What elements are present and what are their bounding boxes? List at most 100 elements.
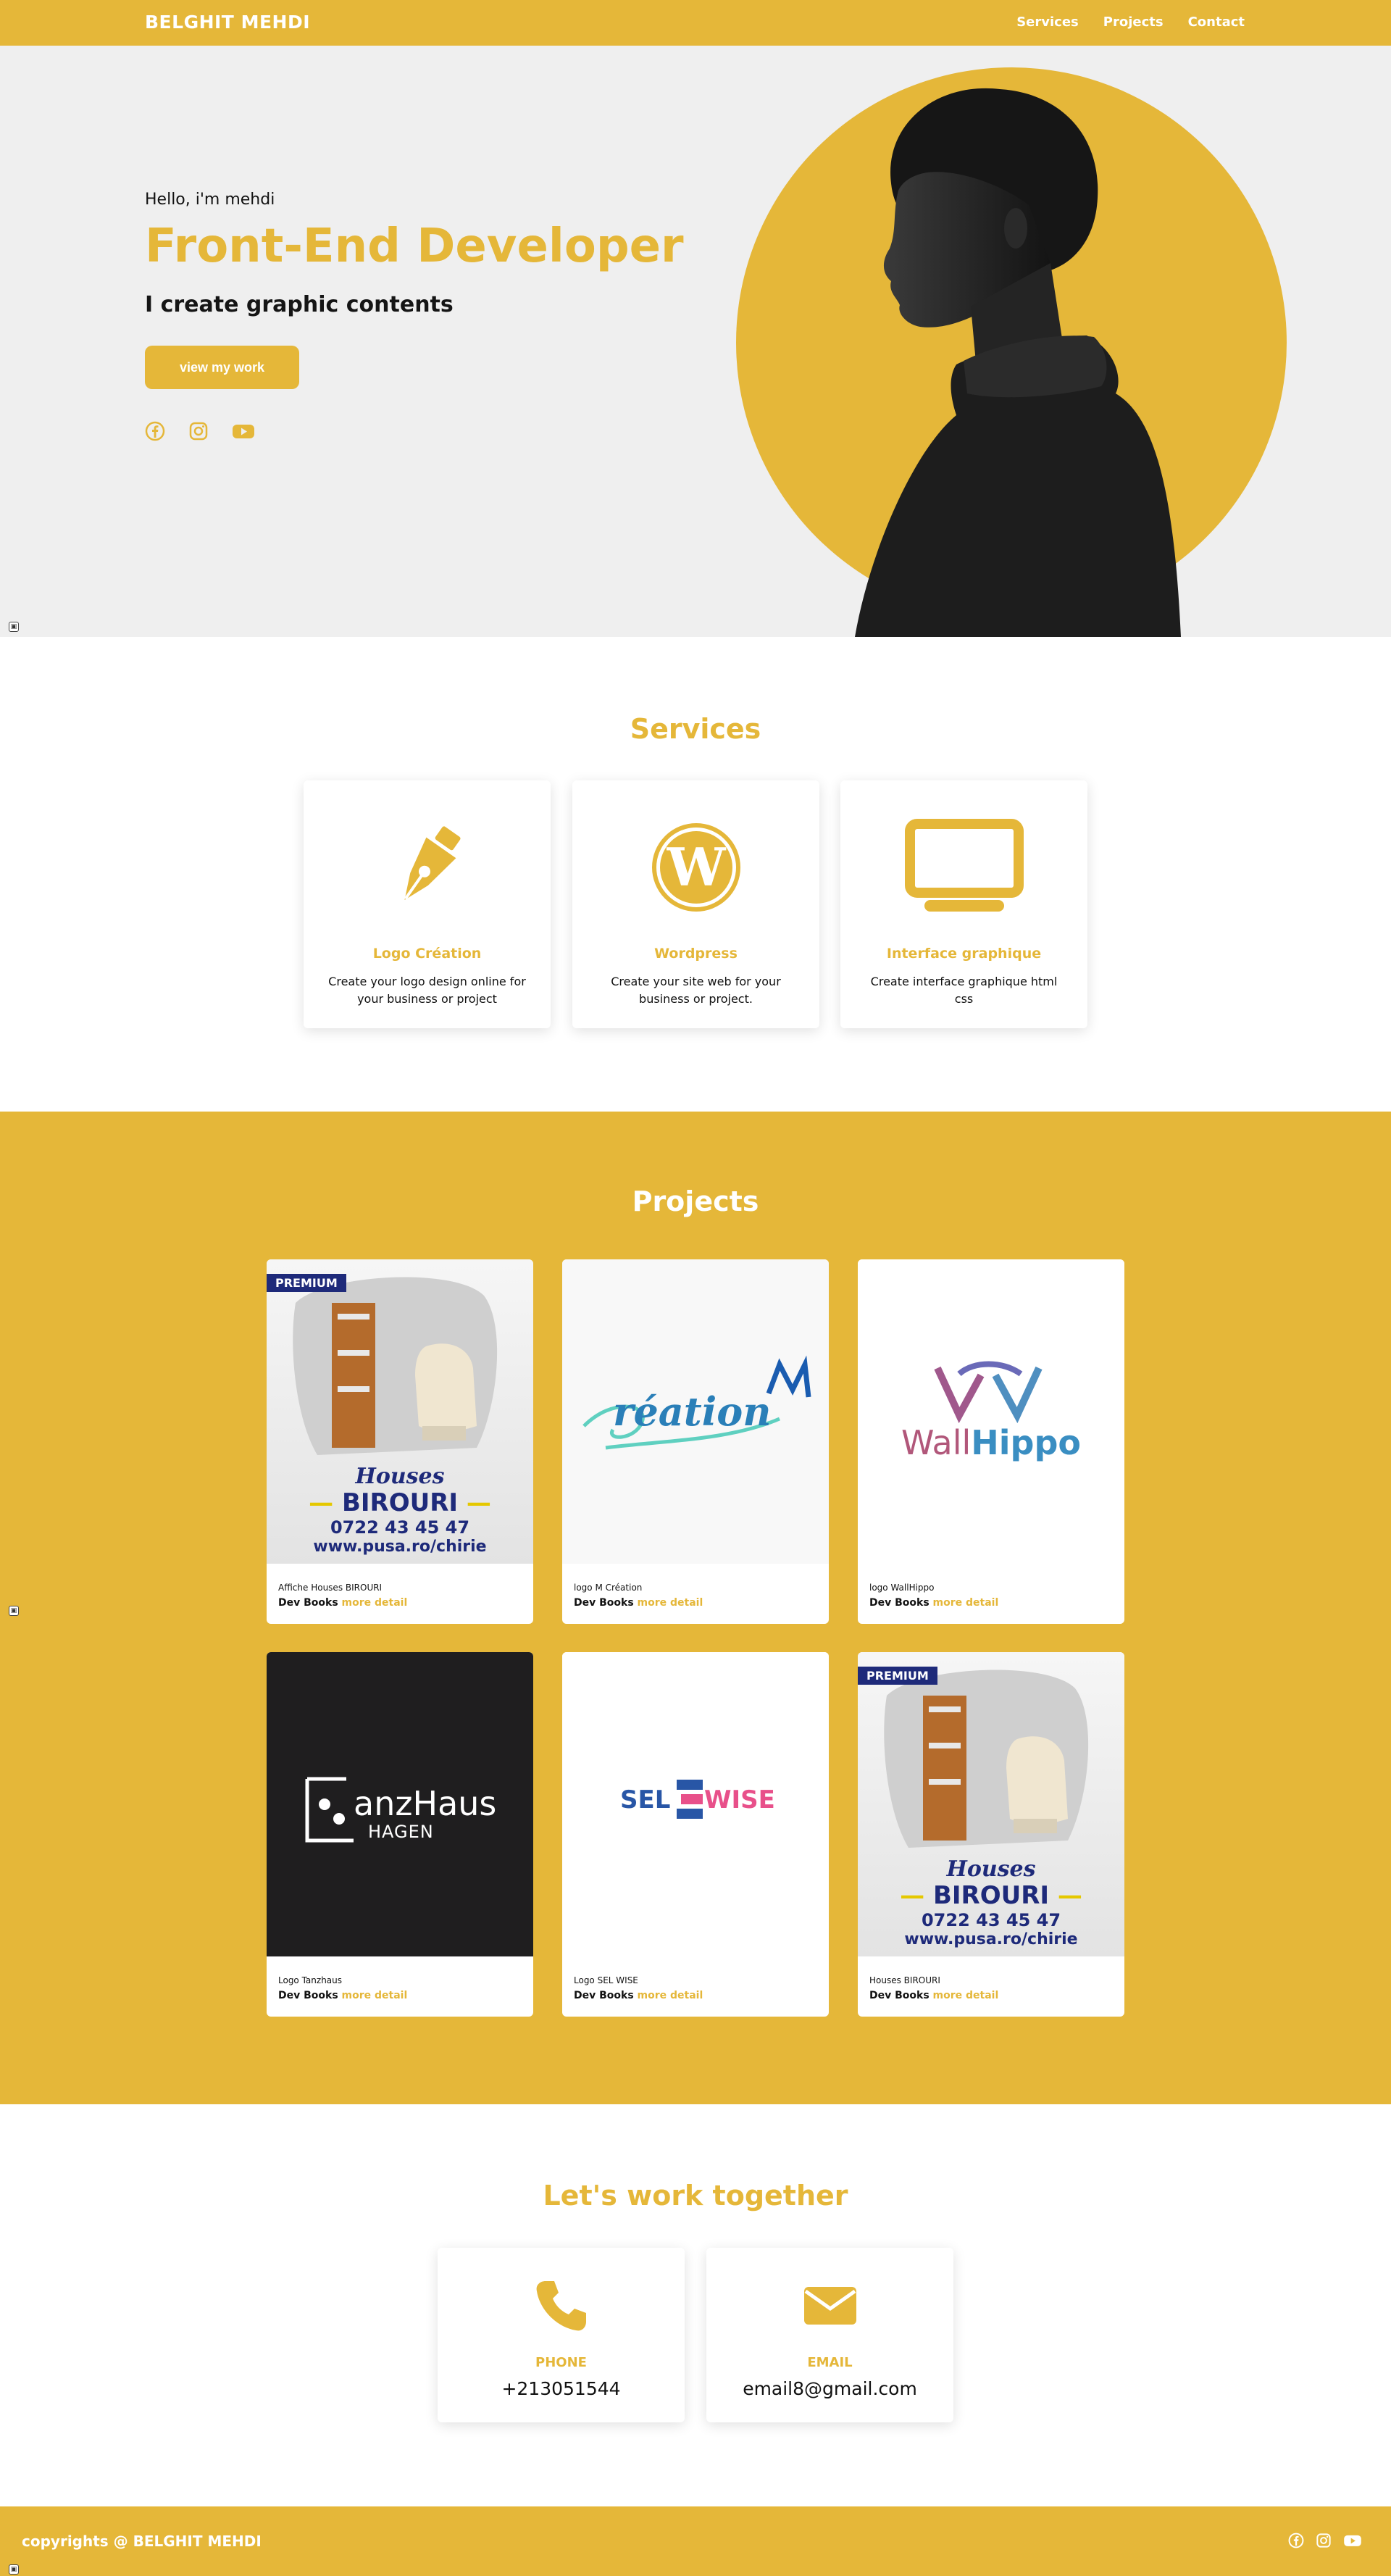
poster-line-phone: 0722 43 45 47 <box>921 1910 1061 1930</box>
project-name: Logo SEL WISE <box>574 1975 638 1985</box>
more-detail-link[interactable]: more detail <box>638 1597 703 1609</box>
hero-greeting: Hello, i'm mehdi <box>145 191 275 209</box>
poster-brand-text: BIROURI <box>932 1881 1050 1910</box>
contact-card-phone[interactable]: PHONE +213051544 <box>438 2248 685 2422</box>
logo-wall-part: Wall <box>901 1423 972 1462</box>
service-desc: Create your site web for your business o… <box>611 975 781 1006</box>
project-card[interactable]: Houses — BIROURI — 0722 43 45 47 www.pus… <box>858 1652 1124 2017</box>
brand-logo[interactable]: BELGHIT MEHDI <box>145 12 310 33</box>
instagram-icon[interactable] <box>188 421 209 441</box>
more-detail-link[interactable]: more detail <box>342 1990 408 2001</box>
service-card-wordpress[interactable]: W Wordpress Create your site web for you… <box>572 780 819 1028</box>
poster-line-brand: — BIROURI — <box>309 1488 491 1517</box>
lazy-load-icon: ▣ <box>9 622 19 632</box>
nav-projects[interactable]: Projects <box>1103 14 1164 30</box>
project-meta: Dev Books more detail <box>278 1597 407 1609</box>
project-meta: Dev Books more detail <box>574 1990 703 2001</box>
project-author: Dev Books <box>574 1990 634 2001</box>
project-card[interactable]: SEL WISE Logo SEL WISE Dev Books more de… <box>562 1652 829 2017</box>
poster-line-houses: Houses <box>946 1856 1036 1882</box>
project-meta: Dev Books more detail <box>869 1990 998 2001</box>
poster-line-phone: 0722 43 45 47 <box>330 1517 470 1538</box>
logo-hippo-part: Hippo <box>971 1423 1082 1462</box>
project-author: Dev Books <box>278 1597 338 1609</box>
phone-number[interactable]: +213051544 <box>438 2378 685 2399</box>
project-image: Houses — BIROURI — 0722 43 45 47 www.pus… <box>858 1652 1124 1956</box>
phone-icon <box>438 2277 685 2335</box>
facebook-icon[interactable] <box>145 421 165 441</box>
more-detail-link[interactable]: more detail <box>342 1597 408 1609</box>
services-title: Services <box>630 713 761 745</box>
project-author: Dev Books <box>278 1990 338 2001</box>
hero-subtitle: I create graphic contents <box>145 292 454 317</box>
logo-wallhippo-text: WallHippo <box>858 1423 1124 1462</box>
contact-title: Let's work together <box>543 2180 848 2212</box>
contact-label: PHONE <box>535 2355 587 2370</box>
poster-brand-text: BIROURI <box>341 1488 459 1517</box>
project-image: WallHippo <box>858 1259 1124 1564</box>
poster-line-url: www.pusa.ro/chirie <box>904 1930 1078 1948</box>
more-detail-link[interactable]: more detail <box>638 1990 703 2001</box>
hero-portrait-image <box>855 88 1181 637</box>
poster-line-brand: — BIROURI — <box>900 1881 1082 1910</box>
project-card[interactable]: anzHaus HAGEN Logo Tanzhaus Dev Books mo… <box>267 1652 533 2017</box>
hero-social-links <box>145 421 254 441</box>
pen-nib-icon <box>304 817 551 918</box>
project-image: anzHaus HAGEN <box>267 1652 533 1956</box>
envelope-icon <box>706 2277 953 2335</box>
service-title: Interface graphique <box>886 946 1042 962</box>
project-name: logo WallHippo <box>869 1583 935 1593</box>
premium-badge: PREMIUM <box>858 1667 937 1685</box>
service-card-interface[interactable]: Interface graphique Create interface gra… <box>840 780 1087 1028</box>
footer-social-links <box>1288 2533 1362 2551</box>
facebook-icon[interactable] <box>1288 2533 1304 2551</box>
site-footer: copyrights @ BELGHIT MEHDI ▣ <box>0 2506 1391 2576</box>
service-title: Logo Création <box>372 946 482 962</box>
lazy-load-icon: ▣ <box>9 1606 19 1616</box>
nav-contact[interactable]: Contact <box>1188 14 1245 30</box>
email-address[interactable]: email8@gmail.com <box>706 2378 953 2399</box>
projects-title: Projects <box>632 1185 759 1217</box>
project-name: Affiche Houses BIROURI <box>278 1583 383 1593</box>
logo-wise-text: WISE <box>704 1785 775 1814</box>
hero-title: Front-End Developer <box>145 220 684 273</box>
premium-badge: PREMIUM <box>267 1274 346 1292</box>
logo-sel-text: SEL <box>620 1785 671 1814</box>
logo-tanzhaus-text: anzHaus <box>354 1784 497 1823</box>
laptop-icon <box>840 817 1087 918</box>
project-card[interactable]: WallHippo logo WallHippo Dev Books more … <box>858 1259 1124 1624</box>
view-work-button[interactable]: view my work <box>145 346 299 389</box>
more-detail-link[interactable]: more detail <box>933 1990 999 2001</box>
svg-text:W: W <box>666 836 726 898</box>
youtube-icon[interactable] <box>1343 2533 1362 2551</box>
site-header: BELGHIT MEHDI Services Projects Contact <box>0 0 1391 46</box>
project-name: logo M Création <box>574 1583 643 1593</box>
contact-card-email[interactable]: EMAIL email8@gmail.com <box>706 2248 953 2422</box>
youtube-icon[interactable] <box>232 421 254 441</box>
project-name: Houses BIROURI <box>869 1975 940 1985</box>
project-author: Dev Books <box>869 1597 930 1609</box>
logo-hagen-text: HAGEN <box>368 1822 434 1842</box>
service-desc: Create your logo design online for your … <box>328 975 526 1006</box>
lazy-load-icon: ▣ <box>9 2564 19 2575</box>
instagram-icon[interactable] <box>1316 2533 1332 2551</box>
nav-services[interactable]: Services <box>1016 14 1079 30</box>
project-image: SEL WISE <box>562 1652 829 1956</box>
main-nav: Services Projects Contact <box>1016 14 1245 30</box>
project-meta: Dev Books more detail <box>869 1597 998 1609</box>
service-desc: Create interface graphique html css <box>870 975 1058 1006</box>
poster-line-url: www.pusa.ro/chirie <box>313 1538 487 1556</box>
project-card[interactable]: Houses — BIROURI — 0722 43 45 47 www.pus… <box>267 1259 533 1624</box>
project-author: Dev Books <box>574 1597 634 1609</box>
poster-line-houses: Houses <box>355 1464 445 1489</box>
service-title: Wordpress <box>654 946 738 962</box>
project-name: Logo Tanzhaus <box>278 1975 343 1985</box>
service-card-logo[interactable]: Logo Création Create your logo design on… <box>304 780 551 1028</box>
project-card[interactable]: réation logo M Création Dev Books more d… <box>562 1259 829 1624</box>
project-image: Houses — BIROURI — 0722 43 45 47 www.pus… <box>267 1259 533 1564</box>
logo-mcreation-text: réation <box>613 1388 772 1435</box>
project-meta: Dev Books more detail <box>278 1990 407 2001</box>
hero-section: Hello, i'm mehdi Front-End Developer I c… <box>0 46 1391 637</box>
more-detail-link[interactable]: more detail <box>933 1597 999 1609</box>
copyright-text: copyrights @ BELGHIT MEHDI <box>22 2533 262 2550</box>
